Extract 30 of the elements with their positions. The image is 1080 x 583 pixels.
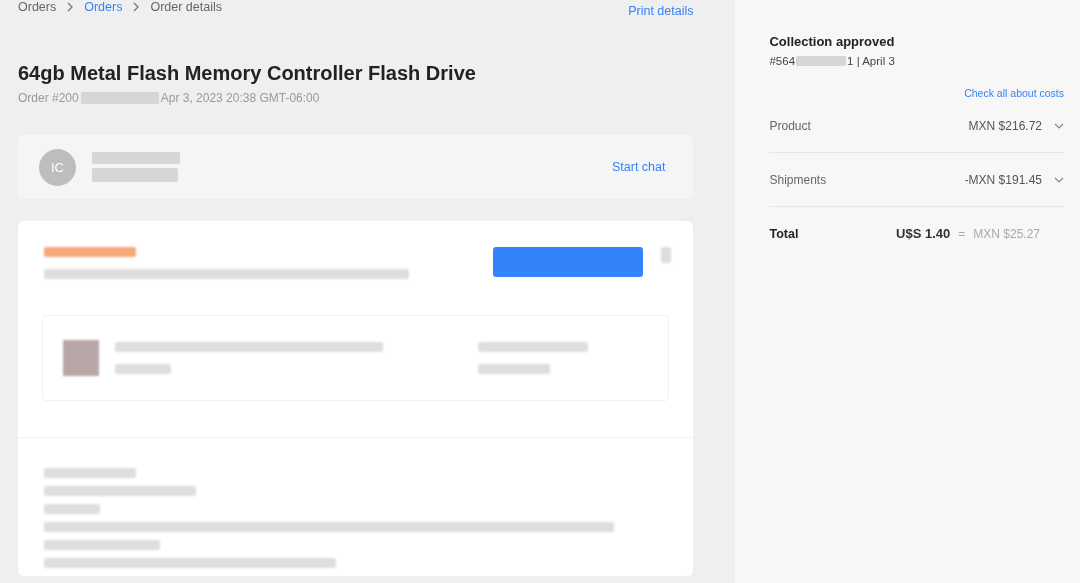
order-date: Apr 3, 2023 20:38 GMT-06:00 [160,91,320,105]
chevron-right-icon [66,2,75,12]
order-number: Order #200 [18,91,79,105]
cost-value: -MXN $191.45 [964,172,1042,187]
redacted-block [796,56,847,66]
blurred-text [115,364,171,374]
reference-number: #564 [769,55,796,67]
blurred-icon [661,247,672,263]
photo-placeholder [63,340,99,376]
blurred-text [44,504,100,514]
cost-label: Product [769,118,812,133]
breadcrumb-item: Order details [150,0,222,14]
breadcrumb-link[interactable]: Orders [84,0,123,14]
equals-sign: = [958,226,966,241]
chevron-right-icon [132,2,141,12]
start-chat-link[interactable]: Start chat [611,160,666,174]
total-label: Total [769,226,800,241]
seller-avatar: IC [39,148,76,186]
product-title: 64gb Metal Flash Memory Controller Flash Drive [18,62,477,85]
reference-date: 1 | April 3 [847,55,895,67]
costs-link[interactable]: Check all about costs [769,87,1064,99]
converted-amount: MXN $25.27 [973,226,1040,241]
collection-status: Collection approved [769,34,896,49]
cost-value: MXN $216.72 [968,118,1042,133]
chevron-down-icon[interactable] [1054,176,1064,183]
total-amount: U$S 1.40 [896,226,951,241]
print-details-link[interactable]: Print details [628,4,694,30]
cost-label: Shipments [769,172,828,187]
chevron-down-icon[interactable] [1054,122,1064,129]
breadcrumb-item: Orders [18,0,57,14]
